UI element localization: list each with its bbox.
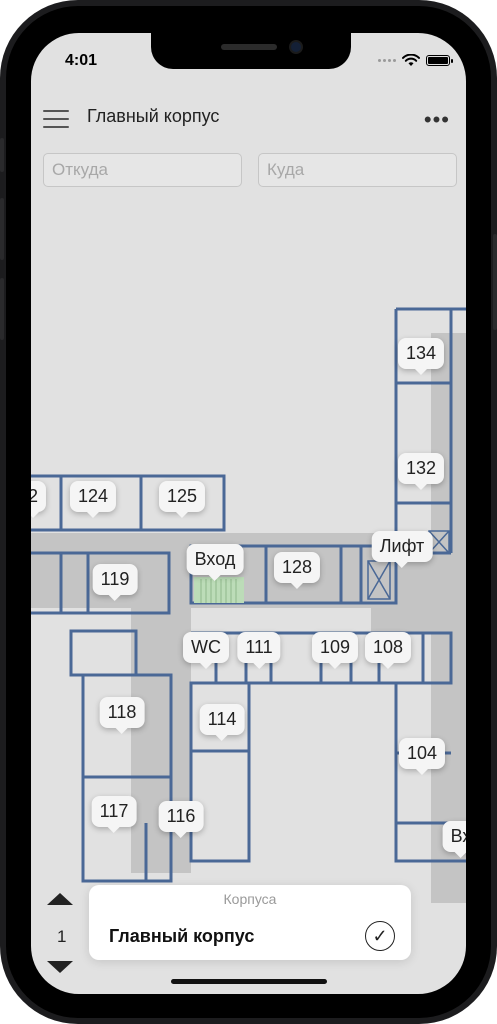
- camera-icon: [289, 40, 303, 54]
- page-title: Главный корпус: [87, 106, 220, 126]
- building-item-main[interactable]: Главный корпус: [109, 926, 254, 947]
- entrance-marker[interactable]: Вход: [186, 544, 244, 581]
- signal-dots-icon: [378, 59, 396, 62]
- room-109-marker[interactable]: 109: [311, 632, 359, 669]
- to-input[interactable]: [258, 153, 457, 187]
- ellipsis-icon[interactable]: •••: [424, 107, 450, 133]
- room-118-marker[interactable]: 118: [99, 697, 145, 734]
- room-114-marker[interactable]: 114: [199, 704, 245, 741]
- notch: [151, 33, 351, 69]
- wc-marker[interactable]: WC: [183, 632, 229, 669]
- triangle-down-icon[interactable]: [47, 961, 73, 973]
- battery-icon: [426, 55, 453, 66]
- wifi-icon: [402, 54, 420, 66]
- room-128-marker[interactable]: 128: [273, 552, 321, 589]
- room-108-marker[interactable]: 108: [364, 632, 412, 669]
- elevator-marker[interactable]: Лифт: [371, 531, 433, 568]
- room-116-marker[interactable]: 116: [158, 801, 204, 838]
- room-117-marker[interactable]: 117: [91, 796, 137, 833]
- room-124-marker[interactable]: 124: [69, 481, 117, 518]
- room-134-marker[interactable]: 134: [397, 338, 445, 375]
- sheet-header: Корпуса: [223, 891, 277, 907]
- room-111-marker[interactable]: 111: [237, 632, 281, 669]
- room-132-marker[interactable]: 132: [397, 453, 445, 490]
- checkmark-icon[interactable]: ✓: [365, 921, 395, 951]
- floor-number: 1: [57, 927, 67, 946]
- app-screen: 134 132 2 124 125 Лифт Вход 128 119 WC 1…: [31, 33, 466, 994]
- triangle-up-icon[interactable]: [47, 893, 73, 905]
- room-2-marker[interactable]: 2: [31, 481, 47, 518]
- room-125-marker[interactable]: 125: [158, 481, 206, 518]
- mute-switch: [0, 138, 4, 172]
- room-104-marker[interactable]: 104: [398, 738, 446, 775]
- volume-down-button: [0, 278, 4, 340]
- hamburger-icon[interactable]: [43, 110, 69, 128]
- from-input[interactable]: [43, 153, 242, 187]
- room-119-marker[interactable]: 119: [92, 564, 138, 601]
- status-icons: [378, 54, 453, 67]
- volume-up-button: [0, 198, 4, 260]
- speaker-grille: [221, 44, 277, 50]
- home-indicator[interactable]: [171, 979, 327, 984]
- power-button: [493, 234, 497, 330]
- buildings-sheet: Корпуса Главный корпус ✓: [89, 885, 411, 960]
- entrance-2-marker[interactable]: Вх: [442, 821, 466, 858]
- status-time: 4:01: [65, 52, 98, 69]
